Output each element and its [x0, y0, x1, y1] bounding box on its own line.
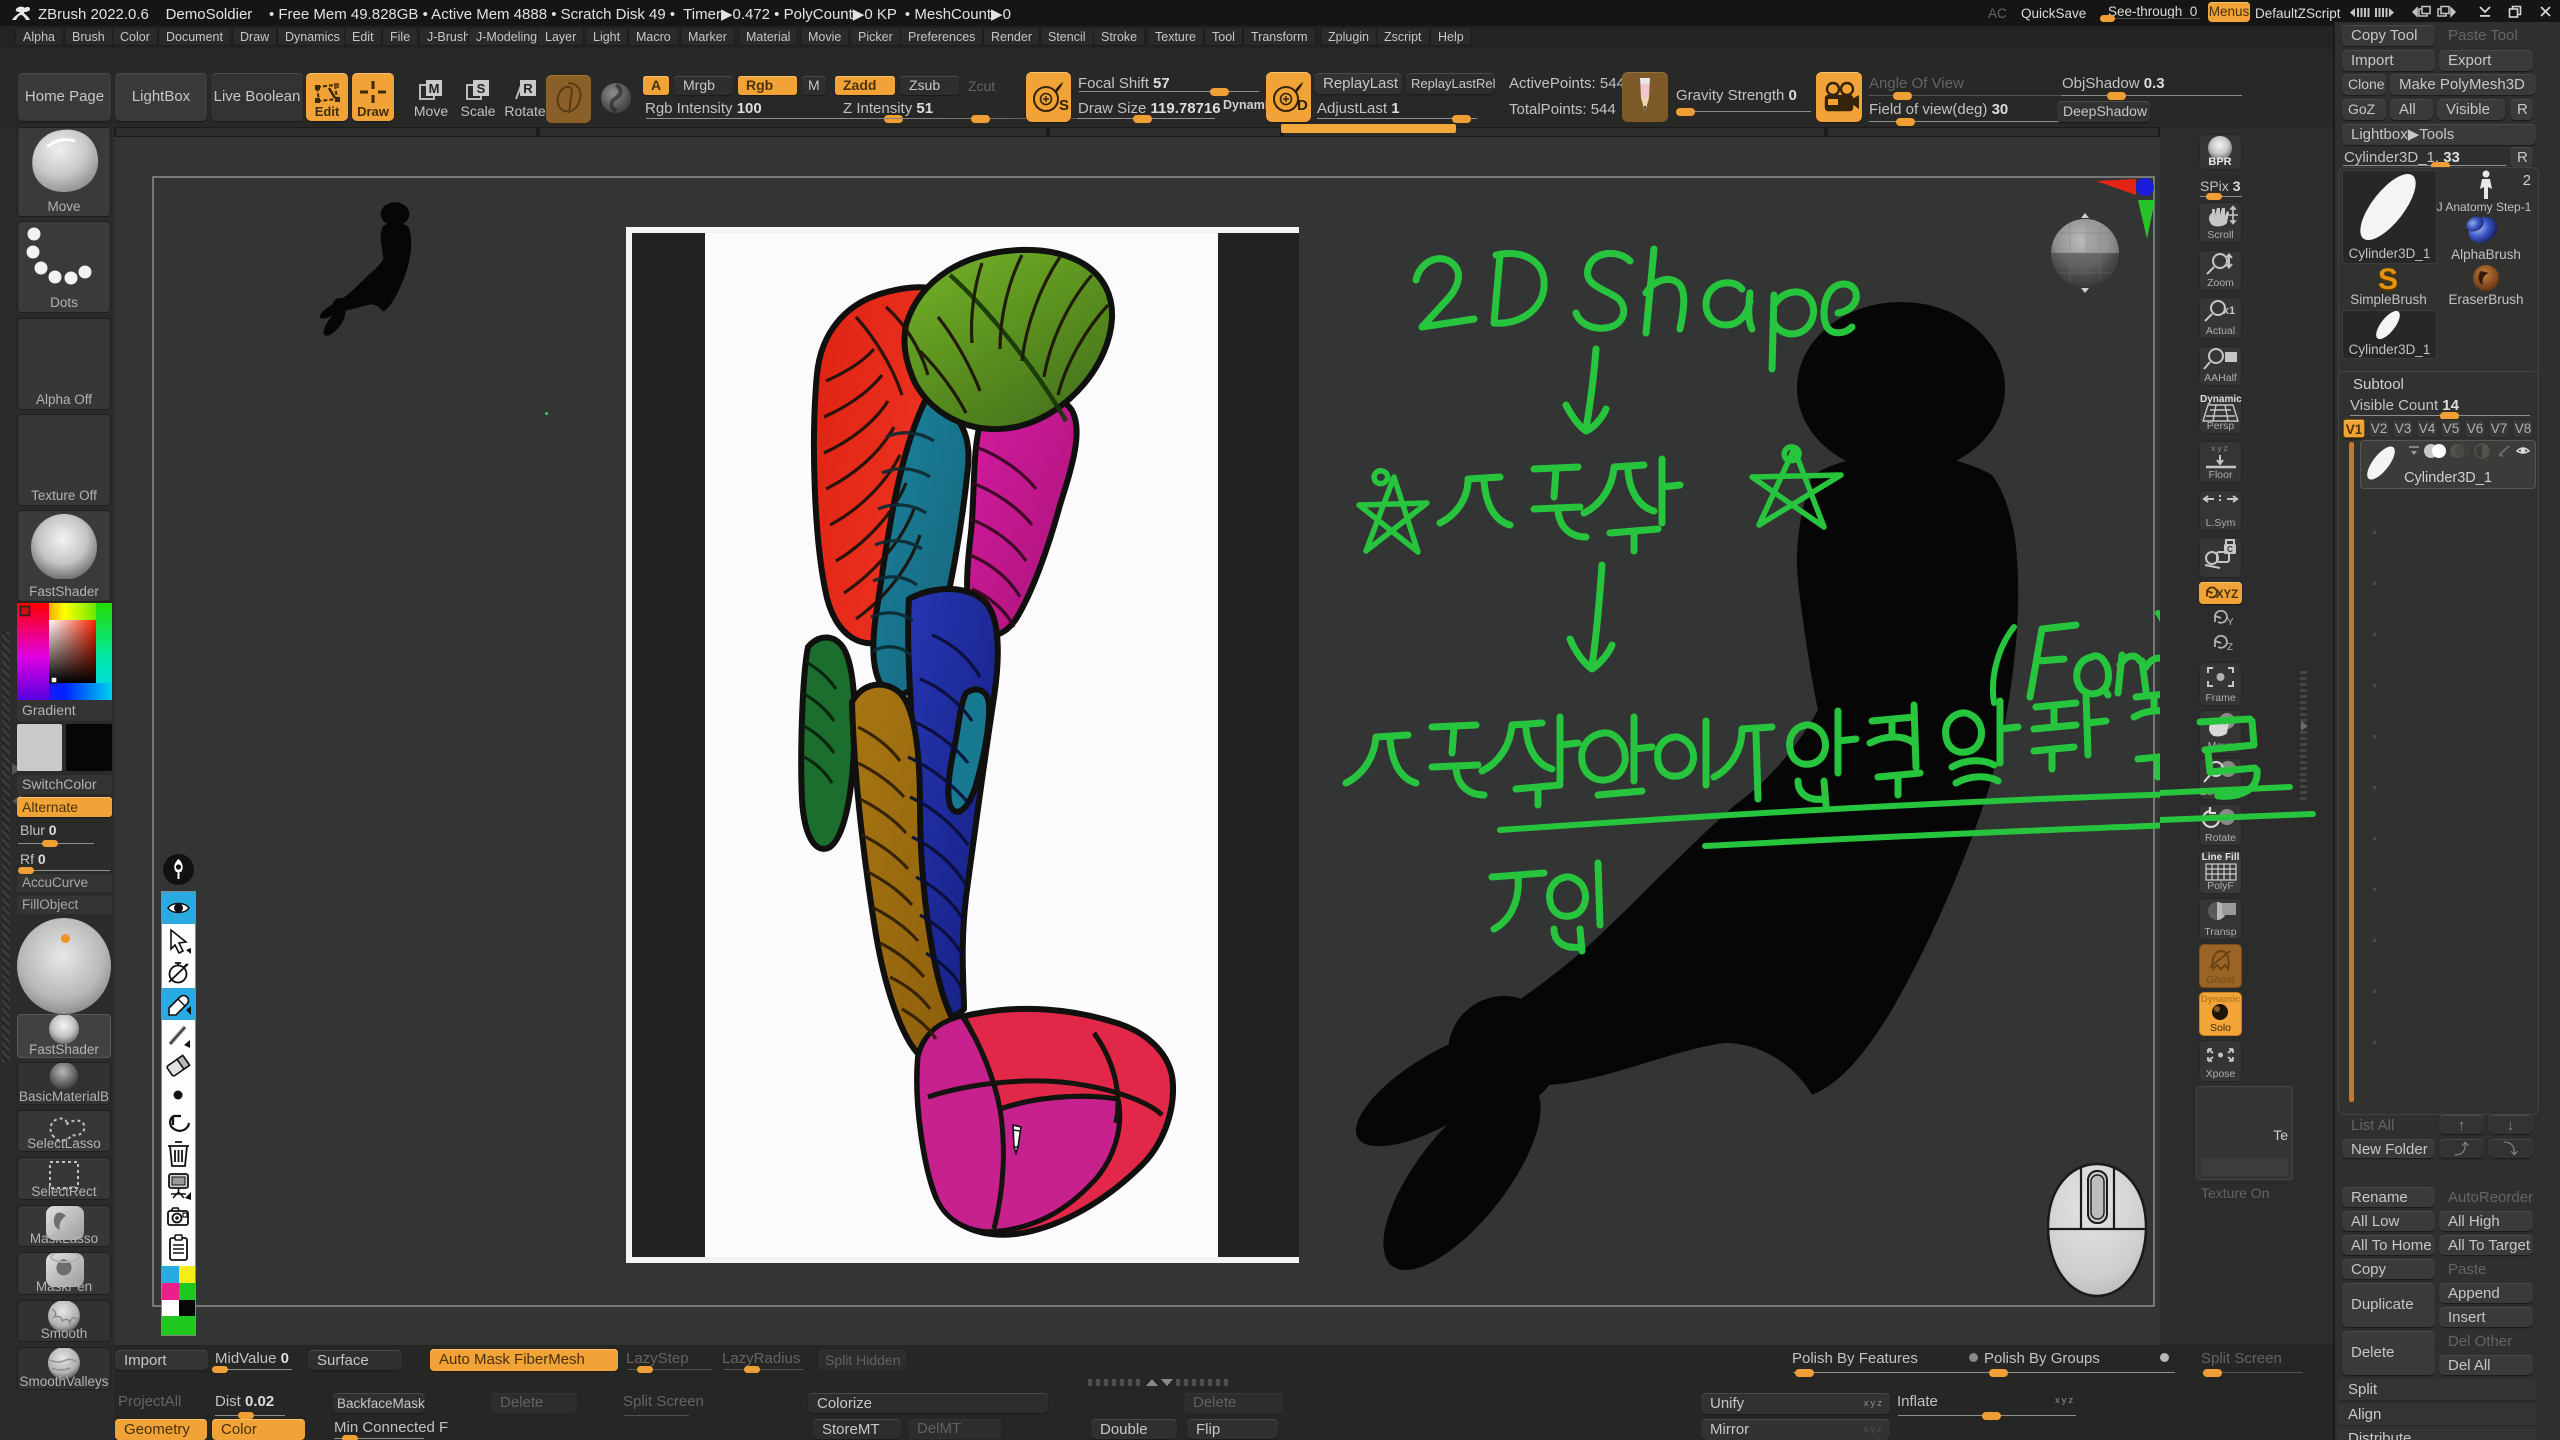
svg-text:R: R — [523, 81, 533, 96]
svg-text:C: C — [2227, 545, 2233, 554]
svg-text:S: S — [1059, 97, 1069, 114]
svg-text:x1: x1 — [2223, 305, 2235, 317]
svg-text:M: M — [429, 81, 440, 96]
svg-text:Z: Z — [2227, 642, 2233, 653]
svg-text:S: S — [2378, 265, 2398, 293]
svg-text:Y: Y — [2227, 617, 2234, 628]
svg-text:Draw: Draw — [357, 104, 390, 119]
svg-text:Edit: Edit — [315, 104, 340, 119]
svg-text:S: S — [477, 81, 486, 96]
svg-text:XYZ: XYZ — [2216, 589, 2238, 601]
svg-text:BPR: BPR — [2208, 156, 2231, 168]
svg-text:D: D — [1297, 97, 1308, 114]
